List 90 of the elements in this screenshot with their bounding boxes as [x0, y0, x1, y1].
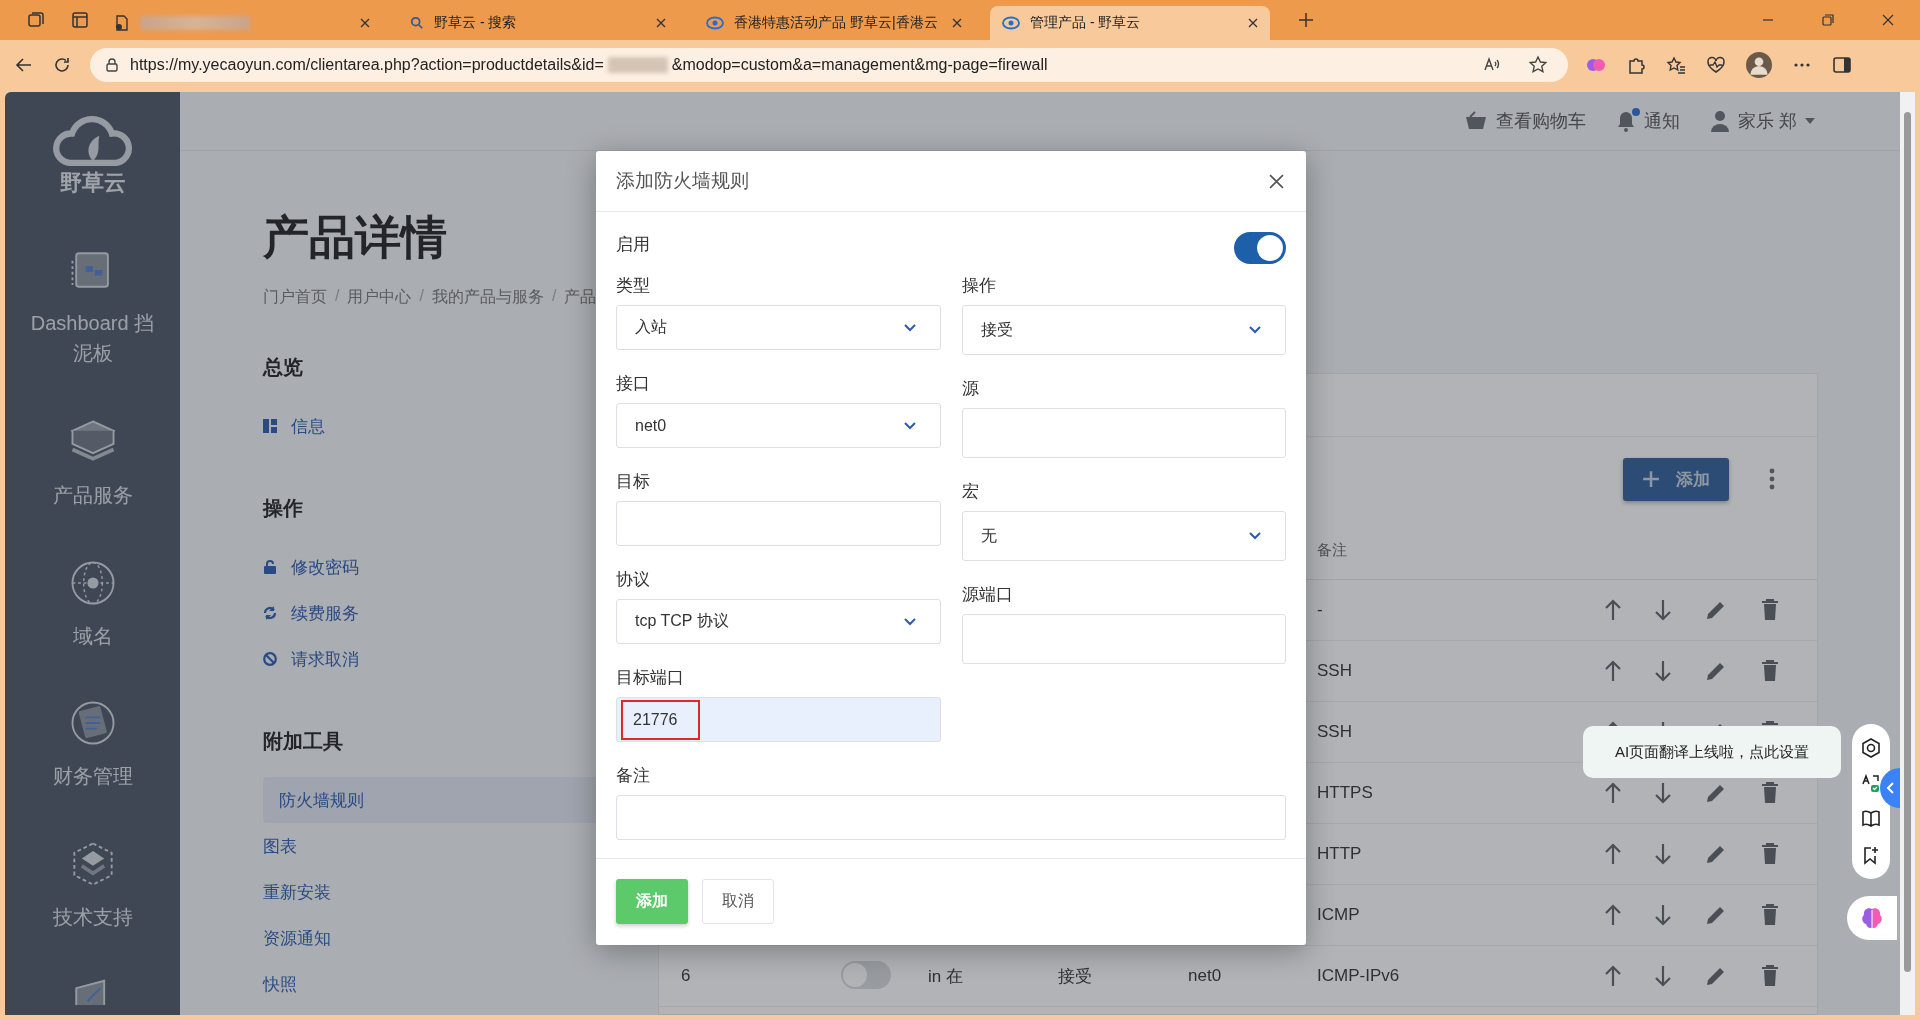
logo-text: 野草云: [59, 169, 126, 197]
notifications-link[interactable]: 通知: [1644, 109, 1680, 133]
tab-title: 香港特惠活动产品 野草云|香港云: [734, 14, 939, 32]
field-label: 源端口: [961, 584, 1014, 606]
table-cell: HTTPS: [1317, 783, 1373, 802]
sidebar-label: 产品服务: [51, 482, 134, 508]
sidebar-item[interactable]: Dashboard 挡泥板: [27, 242, 158, 414]
select-value: 无: [980, 525, 997, 546]
select-field[interactable]: 入站: [616, 305, 941, 350]
table-cell: ICMP-IPv6: [1317, 966, 1400, 985]
select-field[interactable]: 无: [961, 511, 1286, 561]
select-value: 接受: [980, 319, 1013, 340]
add-button[interactable]: 添加: [1623, 457, 1729, 501]
nav-link[interactable]: 请求取消: [263, 636, 580, 682]
browser-tab[interactable]: 香港特惠活动产品 野草云|香港云: [694, 6, 974, 40]
section-heading: 附加工具: [263, 729, 343, 754]
tab-title: 管理产品 - 野草云: [1030, 14, 1142, 32]
link-text: 修改密码: [291, 556, 359, 579]
submit-button[interactable]: 添加: [616, 879, 688, 924]
field-label: 目标: [616, 471, 651, 493]
column-header: 备注: [1317, 540, 1348, 560]
select-field[interactable]: tcp TCP 协议: [616, 599, 941, 644]
cart-link[interactable]: 查看购物车: [1496, 109, 1586, 133]
address-bar[interactable]: https://my.yecaoyun.com/clientarea.php?action=productdetails&id= &modop=custom&a=management&mg-page=firewall: [90, 48, 1568, 82]
select-field[interactable]: net0: [616, 403, 941, 448]
breadcrumb-link[interactable]: 我的产品与服务: [431, 287, 544, 308]
table-cell: -: [1317, 600, 1323, 619]
link-text: 续费服务: [291, 602, 359, 625]
breadcrumb-link[interactable]: 用户中心: [347, 287, 412, 308]
select-value: tcp TCP 协议: [635, 611, 729, 631]
browser-tab[interactable]: 野草云 - 搜索: [398, 6, 678, 40]
nav-link[interactable]: 快照: [263, 961, 580, 1007]
link-text: 资源通知: [263, 927, 331, 950]
link-text: 防火墙规则: [279, 789, 364, 812]
nav-link[interactable]: 图表: [263, 823, 580, 869]
sidebar-label: Dashboard 挡泥板: [29, 311, 156, 366]
breadcrumb-separator: /: [335, 287, 340, 306]
sidebar-label: 财务管理: [51, 764, 134, 790]
select-value: 入站: [635, 317, 667, 337]
field-label: 类型: [616, 275, 651, 297]
translation-tooltip[interactable]: AI页面翻译上线啦，点此设置: [1583, 726, 1841, 778]
sidebar-item[interactable]: 技术支持: [27, 836, 158, 978]
field-label: 宏: [961, 481, 980, 503]
link-text: 信息: [291, 415, 325, 438]
select-field[interactable]: 接受: [961, 305, 1286, 355]
nav-link[interactable]: 资源通知: [263, 915, 580, 961]
field-label: 接口: [616, 373, 651, 395]
sidebar-label: 技术支持: [51, 905, 134, 931]
sidebar-item[interactable]: 域名: [27, 554, 158, 696]
breadcrumb-separator: /: [551, 287, 557, 306]
url-text: &modop=custom&a=management&mg-page=firewall: [671, 56, 1048, 74]
field-label: 源: [961, 378, 980, 400]
sidebar-label: 域名: [71, 623, 114, 649]
sidebar-item[interactable]: 财务管理: [27, 695, 158, 837]
link-text: 重新安装: [263, 881, 331, 904]
table-cell: ICMP: [1317, 905, 1360, 924]
browser-tab[interactable]: 管理产品 - 野草云: [990, 6, 1270, 40]
dialog-title: 添加防火墙规则: [616, 169, 749, 193]
field-label: 目标端口: [616, 667, 685, 689]
link-text: 快照: [263, 973, 297, 996]
user-menu[interactable]: 家乐 郑: [1738, 109, 1797, 133]
field-label: 协议: [616, 569, 651, 591]
table-cell: 6: [681, 966, 691, 985]
input-value: 21776: [623, 701, 698, 738]
table-cell: SSH: [1317, 722, 1352, 741]
nav-link[interactable]: 续费服务: [263, 590, 580, 636]
sidebar-item[interactable]: 产品服务: [27, 413, 158, 555]
section-heading: 总览: [263, 355, 303, 380]
url-text: https://my.yecaoyun.com/clientarea.php?action=productdetails&id=: [130, 56, 604, 74]
field-label: 启用: [616, 233, 650, 256]
cancel-button[interactable]: 取消: [702, 879, 774, 924]
table-cell: SSH: [1317, 661, 1352, 680]
nav-link[interactable]: 信息: [263, 403, 580, 449]
section-heading: 操作: [263, 496, 303, 521]
breadcrumb-link[interactable]: 产品: [564, 287, 597, 308]
breadcrumb-link[interactable]: 门户首页: [263, 287, 327, 308]
input-field[interactable]: 21776: [616, 697, 941, 742]
select-value: net0: [635, 416, 667, 435]
link-text: 图表: [263, 835, 297, 858]
table-cell: in 在: [928, 966, 963, 986]
link-text: 请求取消: [291, 648, 359, 671]
table-cell: 接受: [1058, 966, 1092, 986]
page-title: 产品详情: [263, 210, 447, 265]
nav-link[interactable]: 重新安装: [263, 869, 580, 915]
table-cell: net0: [1188, 966, 1222, 985]
tab-title: 野草云 - 搜索: [434, 14, 518, 32]
field-label: 操作: [961, 275, 997, 297]
breadcrumb-separator: /: [419, 287, 424, 306]
table-cell: HTTP: [1317, 844, 1362, 863]
nav-link[interactable]: 修改密码: [263, 544, 580, 590]
